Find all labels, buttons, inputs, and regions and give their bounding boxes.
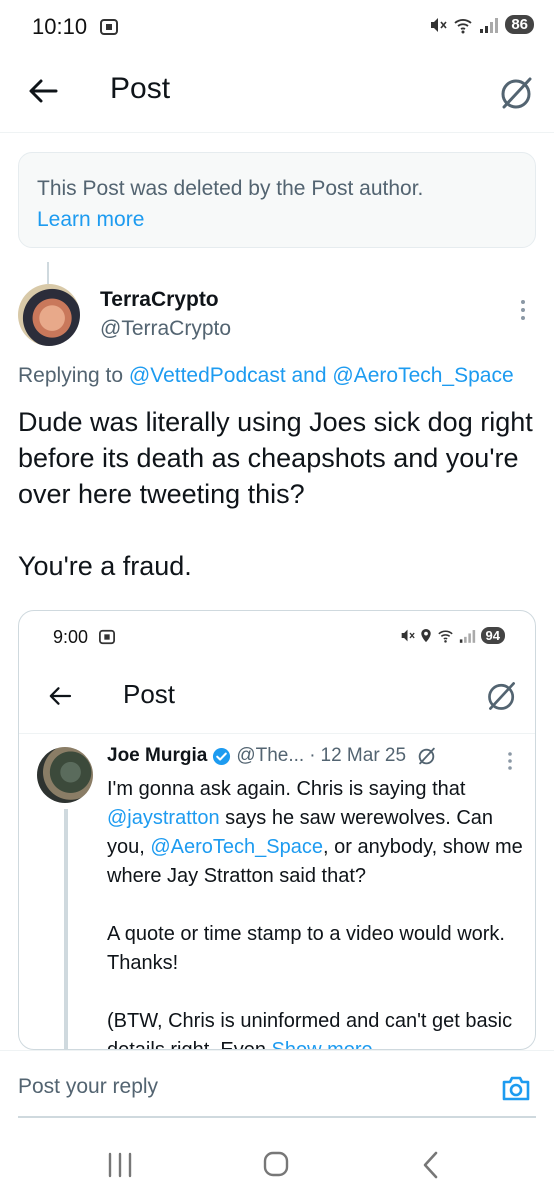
grok-icon xyxy=(418,747,435,765)
screenshot-icon xyxy=(99,629,116,645)
deleted-notice-text: This Post was deleted by the Post author… xyxy=(37,177,424,200)
embedded-status-time: 9:00 xyxy=(53,627,116,648)
embedded-paragraph: (BTW, Chris is uninformed and can't get … xyxy=(107,1007,527,1050)
wifi-icon xyxy=(454,18,472,33)
embedded-image[interactable]: 9:00 94 Post Joe Murgia @The... · 12 Mar… xyxy=(18,610,536,1050)
more-options-icon xyxy=(508,752,512,770)
grok-icon xyxy=(488,682,515,710)
status-icons: 86 xyxy=(429,15,534,34)
avatar[interactable] xyxy=(18,284,80,346)
embedded-avatar xyxy=(37,747,93,803)
embedded-author-handle: @The... xyxy=(236,745,305,766)
embedded-date: 12 Mar 25 xyxy=(320,745,407,766)
mute-icon xyxy=(401,629,415,642)
back-nav-icon[interactable] xyxy=(412,1148,452,1182)
reply-underline xyxy=(18,1116,536,1118)
embedded-author-row: Joe Murgia @The... · 12 Mar 25 xyxy=(107,745,437,767)
deleted-post-notice: This Post was deleted by the Post author… xyxy=(18,152,536,248)
more-options-icon[interactable] xyxy=(514,298,532,322)
embedded-tweet-text: I'm gonna ask again. Chris is saying tha… xyxy=(107,775,527,1050)
back-arrow-icon xyxy=(49,687,72,705)
battery-indicator: 86 xyxy=(505,15,534,34)
embedded-status-icons: 94 xyxy=(400,627,505,644)
signal-icon xyxy=(480,17,499,33)
page-title: Post xyxy=(110,72,171,105)
signal-icon xyxy=(459,629,475,643)
embedded-author-name: Joe Murgia xyxy=(107,745,208,766)
replying-prefix: Replying to xyxy=(18,364,129,387)
replying-and: and xyxy=(285,364,333,387)
tweet-text: Dude was literally using Joes sick dog r… xyxy=(18,404,538,620)
embedded-thread-line xyxy=(64,809,68,1049)
show-more-link: Show more xyxy=(271,1039,373,1050)
mention-vettedpodcast[interactable]: @VettedPodcast xyxy=(129,364,286,387)
learn-more-link[interactable]: Learn more xyxy=(37,204,517,235)
back-arrow-icon[interactable] xyxy=(26,74,60,108)
grok-icon[interactable] xyxy=(498,74,536,112)
system-nav-bar xyxy=(0,1130,554,1200)
author-handle[interactable]: @TerraCrypto xyxy=(100,317,231,341)
mention-aerotech: @AeroTech_Space xyxy=(150,836,323,858)
embedded-page-title: Post xyxy=(123,679,176,709)
wifi-icon xyxy=(437,630,453,643)
mention-jaystratton: @jaystratton xyxy=(107,807,220,829)
header-divider xyxy=(0,132,554,133)
embedded-paragraph: A quote or time stamp to a video would w… xyxy=(107,923,505,974)
tweet-paragraph: You're a fraud. xyxy=(18,551,192,581)
reply-input[interactable]: Post your reply xyxy=(18,1075,158,1099)
home-icon[interactable] xyxy=(256,1148,296,1182)
status-time: 10:10 xyxy=(32,14,119,40)
verified-badge-icon xyxy=(213,747,231,765)
thread-connector xyxy=(47,262,49,284)
author-name[interactable]: TerraCrypto xyxy=(100,288,219,312)
location-icon xyxy=(420,628,431,643)
mute-icon xyxy=(431,17,447,32)
embedded-header-divider xyxy=(19,733,535,734)
mention-aerotech[interactable]: @AeroTech_Space xyxy=(332,364,513,387)
recent-apps-icon[interactable] xyxy=(100,1148,140,1182)
embedded-paragraph: I'm gonna ask again. Chris is saying tha… xyxy=(107,778,523,887)
tweet-paragraph: Dude was literally using Joes sick dog r… xyxy=(18,407,533,509)
camera-icon[interactable] xyxy=(500,1072,532,1104)
replying-to: Replying to @VettedPodcast and @AeroTech… xyxy=(18,364,554,388)
embedded-dot: · xyxy=(309,745,316,766)
battery-indicator: 94 xyxy=(480,627,505,644)
screenshot-icon xyxy=(100,19,119,35)
